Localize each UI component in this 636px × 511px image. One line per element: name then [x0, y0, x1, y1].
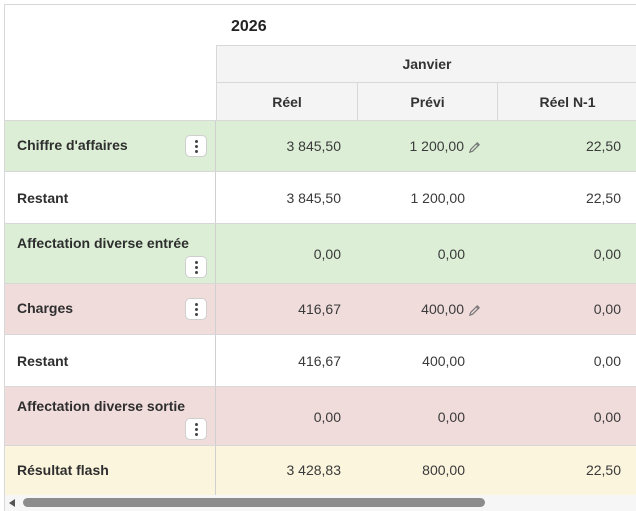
row-label: Restant: [17, 190, 69, 206]
row-label: Chiffre d'affaires: [17, 137, 128, 153]
row-menu-button[interactable]: [185, 256, 207, 278]
value-previ-text: 400,00: [421, 301, 464, 317]
year-label: 2026: [231, 18, 267, 35]
pencil-icon[interactable]: [468, 141, 481, 154]
value-previ[interactable]: 400,00: [421, 301, 481, 317]
value-reel: 0,00: [313, 409, 341, 425]
column-header-reel: Réel: [216, 82, 357, 120]
column-header-previ: Prévi: [357, 82, 497, 120]
horizontal-scrollbar[interactable]: [5, 495, 636, 511]
row-label: Charges: [17, 300, 74, 316]
value-reel: 3 845,50: [286, 190, 342, 206]
more-vertical-icon: [194, 302, 198, 316]
column-label: Réel N-1: [539, 93, 596, 110]
value-reel-n-1: 0,00: [593, 353, 621, 369]
value-previ: 1 200,00: [410, 190, 466, 206]
value-reel: 416,67: [298, 353, 341, 369]
more-vertical-icon: [194, 260, 198, 274]
value-reel-n-1: 0,00: [593, 409, 621, 425]
value-reel-n-1: 22,50: [585, 138, 621, 154]
value-previ: 0,00: [437, 246, 465, 262]
row-resultat-flash: Résultat flash 3 428,83 800,00 22,50: [5, 445, 636, 495]
column-label: Réel: [272, 93, 302, 110]
row-affectation-diverse-entree: Affectation diverse entrée 0,00 0,00 0,0…: [5, 223, 636, 283]
row-restant: Restant 416,67 400,00 0,00: [5, 334, 636, 386]
row-charges: Charges 416,67 400,00 0,00: [5, 283, 636, 334]
row-affectation-diverse-sortie: Affectation diverse sortie 0,00 0,00 0,0…: [5, 386, 636, 445]
row-menu-button[interactable]: [185, 135, 207, 157]
value-previ: 400,00: [422, 353, 465, 369]
month-header: Janvier: [216, 45, 636, 82]
budget-table: 2026 Janvier Réel Prévi Réel N-1 Chiffre…: [4, 4, 636, 511]
row-label: Restant: [17, 353, 69, 369]
value-reel-n-1: 22,50: [585, 190, 621, 206]
scrollbar-thumb[interactable]: [23, 498, 485, 507]
more-vertical-icon: [194, 139, 198, 153]
value-previ: 0,00: [437, 409, 465, 425]
more-vertical-icon: [194, 422, 198, 436]
value-reel: 416,67: [298, 301, 341, 317]
row-menu-button[interactable]: [185, 298, 207, 320]
scroll-left-arrow-icon[interactable]: [9, 499, 15, 507]
row-label: Résultat flash: [17, 462, 109, 478]
value-previ-text: 1 200,00: [409, 138, 465, 154]
value-reel: 3 428,83: [286, 462, 342, 478]
row-label: Affectation diverse sortie: [17, 398, 186, 414]
value-reel-n-1: 0,00: [593, 246, 621, 262]
value-reel-n-1: 0,00: [593, 301, 621, 317]
column-label: Prévi: [410, 93, 445, 110]
value-reel: 3 845,50: [286, 138, 342, 154]
value-previ[interactable]: 1 200,00: [410, 138, 482, 154]
month-label: Janvier: [402, 56, 452, 72]
pencil-icon[interactable]: [468, 304, 481, 317]
column-header-reel-n-1: Réel N-1: [497, 82, 636, 120]
value-reel: 0,00: [313, 246, 341, 262]
row-label: Affectation diverse entrée: [17, 235, 189, 251]
row-restant: Restant 3 845,50 1 200,00 22,50: [5, 171, 636, 223]
value-previ: 800,00: [422, 462, 465, 478]
row-chiffre-affaires: Chiffre d'affaires 3 845,50 1 200,00 22,…: [5, 120, 636, 171]
value-reel-n-1: 22,50: [585, 462, 621, 478]
row-menu-button[interactable]: [185, 418, 207, 440]
